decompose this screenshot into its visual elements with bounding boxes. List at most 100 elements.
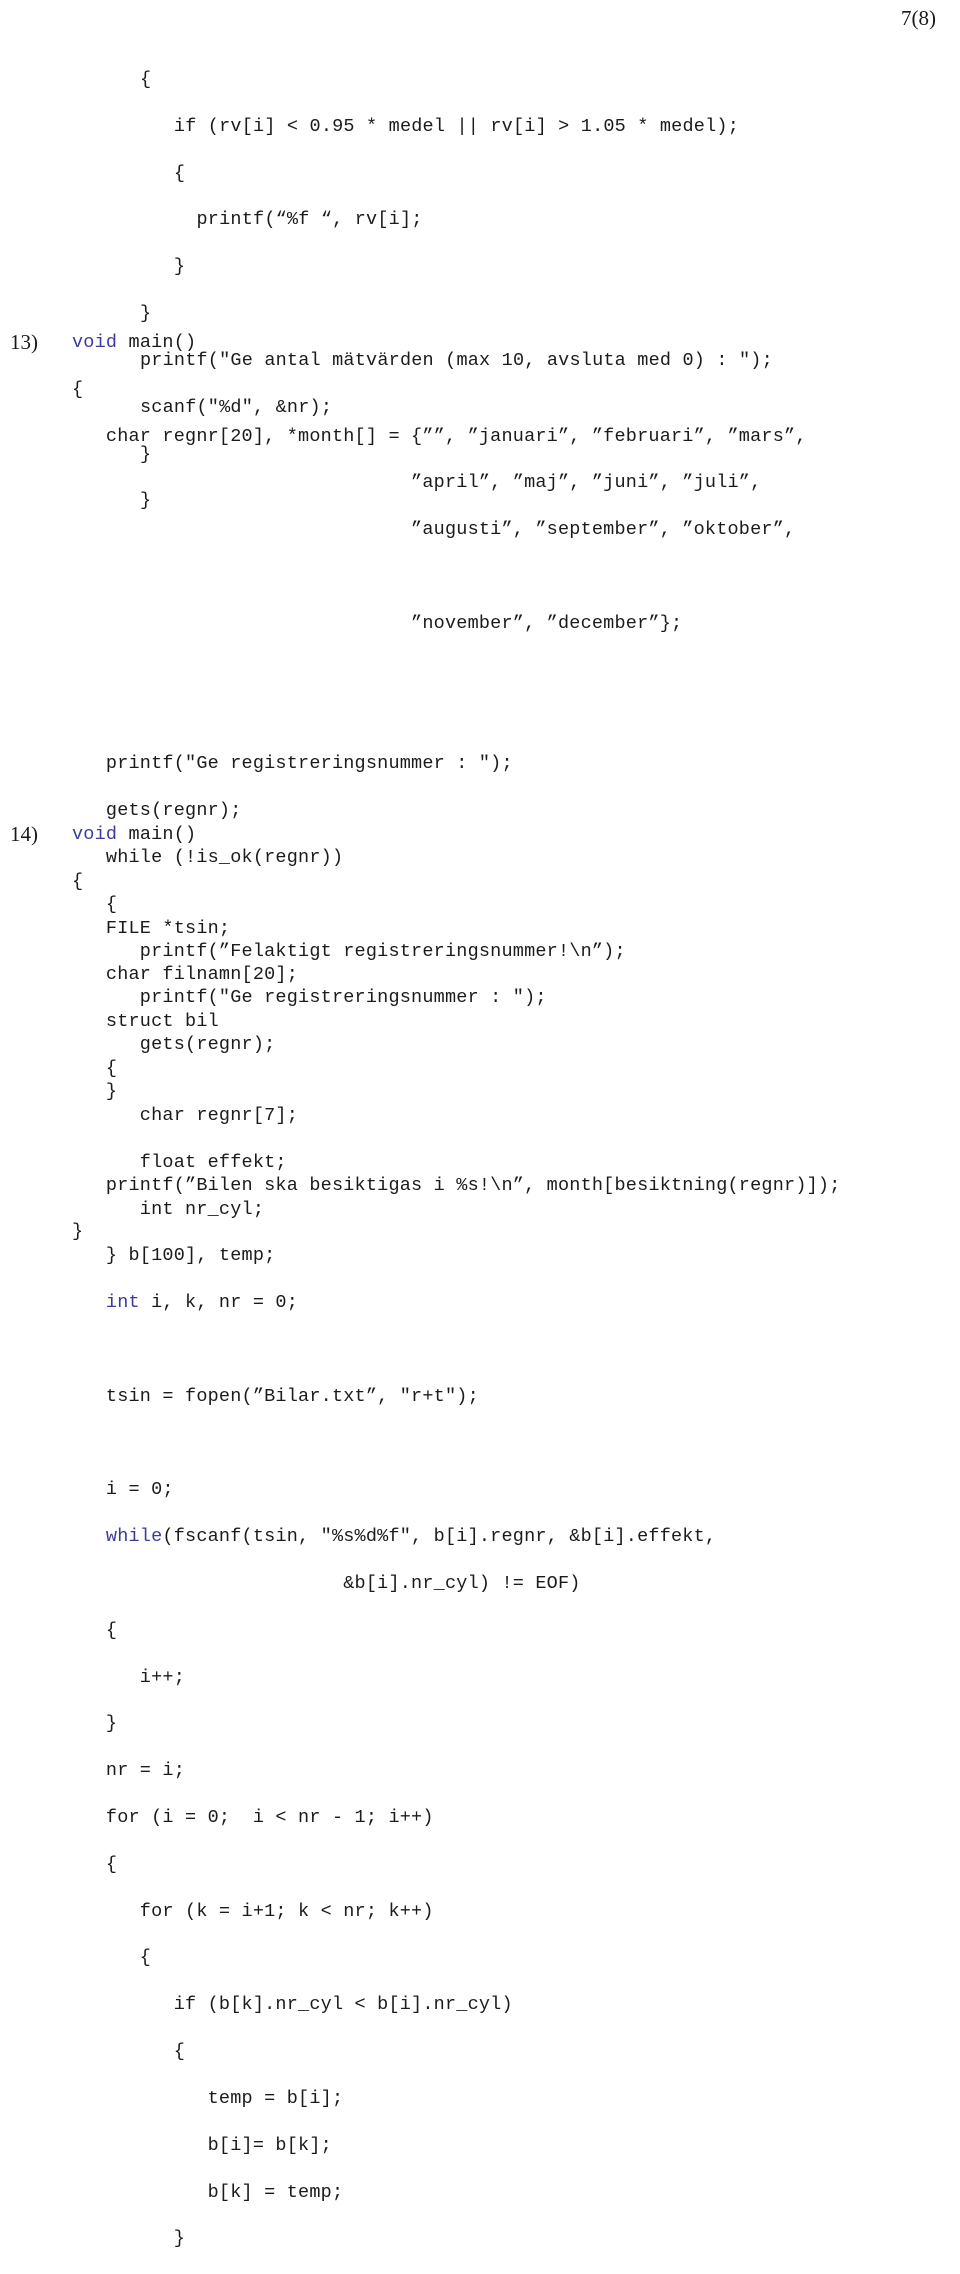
code-text: struct bil bbox=[72, 1011, 219, 1033]
code-line: { bbox=[72, 870, 716, 893]
code-line: } bbox=[140, 302, 773, 325]
code-text: i = 0; bbox=[72, 1479, 174, 1501]
code-line: } bbox=[72, 2227, 716, 2250]
code-text: char regnr[20], *month[] = {””, ”januari… bbox=[72, 425, 807, 447]
code-line: i = 0; bbox=[72, 1478, 716, 1501]
code-text: i, k, nr = 0; bbox=[139, 1292, 299, 1314]
code-keyword: void bbox=[72, 332, 118, 353]
code-line: { bbox=[72, 2040, 716, 2063]
code-line: char regnr[7]; bbox=[72, 1104, 716, 1127]
code-text: } bbox=[72, 1713, 118, 1735]
document-page: 7(8) { if (rv[i] < 0.95 * medel || rv[i]… bbox=[0, 0, 960, 2249]
code-text: if (rv[i] < 0.95 * medel || rv[i] > 1.05… bbox=[140, 115, 739, 137]
code-line: i++; bbox=[72, 1666, 716, 1689]
code-line: } b[100], temp; bbox=[72, 1244, 716, 1267]
code-text: float effekt; bbox=[72, 1151, 287, 1173]
code-line: { bbox=[72, 1946, 716, 1969]
code-line: ”april”, ”maj”, ”juni”, ”juli”, bbox=[72, 471, 841, 494]
code-text: &b[i].nr_cyl) != EOF) bbox=[72, 1572, 581, 1594]
code-line: char regnr[20], *month[] = {””, ”januari… bbox=[72, 425, 841, 448]
code-line: { bbox=[72, 1853, 716, 1876]
code-line: { bbox=[72, 1619, 716, 1642]
code-text: { bbox=[72, 1947, 152, 1969]
code-line: void main() bbox=[72, 331, 841, 354]
code-line: ”november”, ”december”}; bbox=[72, 612, 841, 635]
code-text: int nr_cyl; bbox=[72, 1198, 265, 1220]
code-line: { bbox=[72, 378, 841, 401]
code-line: gets(regnr); bbox=[72, 799, 841, 822]
code-line: struct bil bbox=[72, 1010, 716, 1033]
code-text: nr = i; bbox=[72, 1760, 186, 1782]
code-text: main() bbox=[117, 824, 197, 845]
code-text: { bbox=[72, 1619, 118, 1641]
code-line: int i, k, nr = 0; bbox=[72, 1291, 716, 1314]
code-text: (fscanf(tsin, "%s%d%f", b[i].regnr, &b[i… bbox=[162, 1526, 717, 1548]
code-text: ”november”, ”december”}; bbox=[72, 612, 683, 634]
code-line: { bbox=[72, 1057, 716, 1080]
code-listing: void main() { FILE *tsin; char filnamn[2… bbox=[72, 823, 716, 2274]
code-text: { bbox=[72, 1853, 118, 1875]
code-text: char regnr[7]; bbox=[72, 1104, 299, 1126]
code-text: ”augusti”, ”september”, ”oktober”, bbox=[72, 519, 796, 541]
code-line: void main() bbox=[72, 823, 716, 846]
code-line: char filnamn[20]; bbox=[72, 963, 716, 986]
block-number-label: 13) bbox=[10, 330, 38, 354]
code-text: ”april”, ”maj”, ”juni”, ”juli”, bbox=[72, 472, 762, 494]
code-text: tsin = fopen(”Bilar.txt”, "r+t"); bbox=[72, 1385, 479, 1407]
code-keyword: while bbox=[105, 1526, 163, 1548]
code-text: { bbox=[140, 162, 186, 184]
code-text: for (k = i+1; k < nr; k++) bbox=[72, 1900, 434, 1922]
code-text: printf(“%f “, rv[i]; bbox=[140, 209, 423, 231]
code-text: { bbox=[72, 2041, 186, 2063]
code-line: for (k = i+1; k < nr; k++) bbox=[72, 1900, 716, 1923]
code-text: char filnamn[20]; bbox=[72, 964, 299, 986]
code-text: { bbox=[140, 69, 152, 90]
code-text: b[i]= b[k]; bbox=[72, 2134, 332, 2156]
code-line: temp = b[i]; bbox=[72, 2087, 716, 2110]
code-line: &b[i].nr_cyl) != EOF) bbox=[72, 1572, 716, 1595]
code-line: printf(“%f “, rv[i]; bbox=[140, 208, 773, 231]
code-text: b[k] = temp; bbox=[72, 2181, 344, 2203]
code-text: } bbox=[72, 2228, 186, 2250]
code-text: if (b[k].nr_cyl < b[i].nr_cyl) bbox=[72, 1994, 513, 2016]
code-line: tsin = fopen(”Bilar.txt”, "r+t"); bbox=[72, 1385, 716, 1408]
code-text: FILE *tsin; bbox=[72, 917, 231, 939]
code-line: b[i]= b[k]; bbox=[72, 2134, 716, 2157]
code-line: nr = i; bbox=[72, 1759, 716, 1782]
code-keyword: int bbox=[105, 1292, 140, 1314]
code-line: if (rv[i] < 0.95 * medel || rv[i] > 1.05… bbox=[140, 115, 773, 138]
code-line: } bbox=[140, 255, 773, 278]
code-line: printf("Ge registreringsnummer : "); bbox=[72, 752, 841, 775]
code-line: { bbox=[140, 162, 773, 185]
code-line: if (b[k].nr_cyl < b[i].nr_cyl) bbox=[72, 1993, 716, 2016]
code-text: { bbox=[72, 1058, 118, 1080]
code-text: i++; bbox=[72, 1666, 186, 1688]
code-keyword: void bbox=[72, 824, 118, 845]
code-text: gets(regnr); bbox=[72, 800, 242, 822]
code-line: } bbox=[72, 1712, 716, 1735]
code-text: { bbox=[72, 870, 84, 892]
code-line: b[k] = temp; bbox=[72, 2181, 716, 2204]
code-text: } bbox=[140, 303, 152, 325]
code-line: FILE *tsin; bbox=[72, 917, 716, 940]
code-text: } bbox=[140, 256, 186, 278]
code-text: } b[100], temp; bbox=[72, 1245, 276, 1267]
code-text: printf("Ge registreringsnummer : "); bbox=[72, 753, 513, 775]
code-line: while(fscanf(tsin, "%s%d%f", b[i].regnr,… bbox=[72, 1525, 716, 1548]
code-text: main() bbox=[117, 332, 197, 353]
code-text: for (i = 0; i < nr - 1; i++) bbox=[72, 1807, 434, 1829]
code-line: float effekt; bbox=[72, 1151, 716, 1174]
code-text: temp = b[i]; bbox=[72, 2087, 344, 2109]
code-line: { bbox=[140, 68, 773, 91]
code-text: { bbox=[72, 378, 84, 400]
code-line: ”augusti”, ”september”, ”oktober”, bbox=[72, 518, 841, 541]
block-number-label: 14) bbox=[10, 822, 38, 846]
code-line: int nr_cyl; bbox=[72, 1198, 716, 1221]
